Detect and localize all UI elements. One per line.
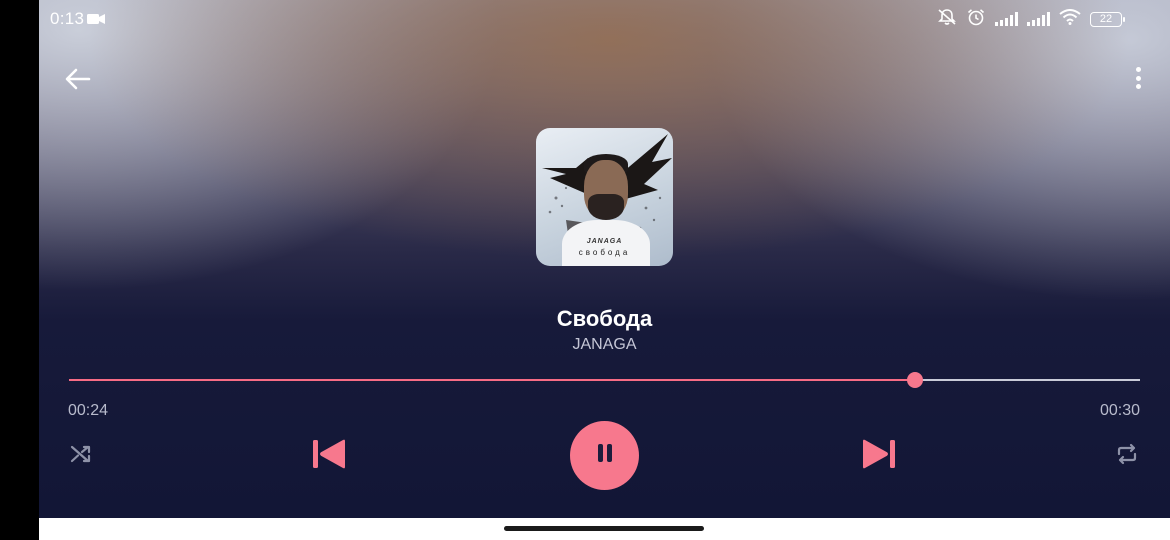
pause-button[interactable] [570, 421, 639, 490]
status-time: 0:13 [50, 9, 85, 28]
skip-next-icon [860, 437, 898, 476]
shuffle-button[interactable] [67, 443, 95, 469]
previous-track-button[interactable] [309, 438, 349, 474]
home-indicator[interactable] [504, 526, 704, 531]
track-title: Свобода [556, 306, 653, 331]
more-vertical-icon-dot [1135, 67, 1141, 72]
elapsed-time: 00:24 [68, 402, 109, 419]
video-recording-icon [87, 12, 105, 30]
back-button[interactable] [63, 64, 93, 94]
repeat-icon [1115, 443, 1139, 470]
wifi-icon [1059, 8, 1081, 30]
cover-figure-beard [588, 194, 624, 220]
more-options-button[interactable] [1126, 64, 1150, 92]
seek-bar[interactable] [69, 370, 1140, 390]
cover-album-text: свобода [578, 248, 631, 257]
pause-icon [595, 442, 615, 469]
shuffle-icon [69, 443, 93, 470]
alarm-icon [966, 8, 986, 31]
notifications-off-icon [937, 8, 957, 31]
repeat-button[interactable] [1113, 443, 1141, 469]
navigation-bar [39, 518, 1170, 540]
left-black-bar [0, 0, 39, 540]
cover-artist-text: JANAGA [586, 238, 623, 245]
next-track-button[interactable] [859, 438, 899, 474]
arrow-left-icon [63, 68, 93, 98]
skip-previous-icon [310, 437, 348, 476]
more-vertical-icon-dot [1135, 75, 1141, 81]
track-artist: JANAGA [572, 336, 637, 353]
player-screen: 0:13 22 JANAGA свобода Свобода JANAGA 00… [39, 0, 1170, 518]
signal-strength-icon-2 [1027, 12, 1050, 26]
total-time: 00:30 [1099, 402, 1140, 419]
status-icons: 22 [937, 8, 1125, 31]
seek-bar-fill [69, 379, 916, 381]
battery-indicator: 22 [1090, 11, 1125, 27]
seek-bar-thumb[interactable] [907, 372, 924, 388]
album-cover: JANAGA свобода [536, 128, 673, 266]
signal-strength-icon [995, 12, 1018, 26]
more-vertical-icon-dot [1135, 84, 1141, 89]
